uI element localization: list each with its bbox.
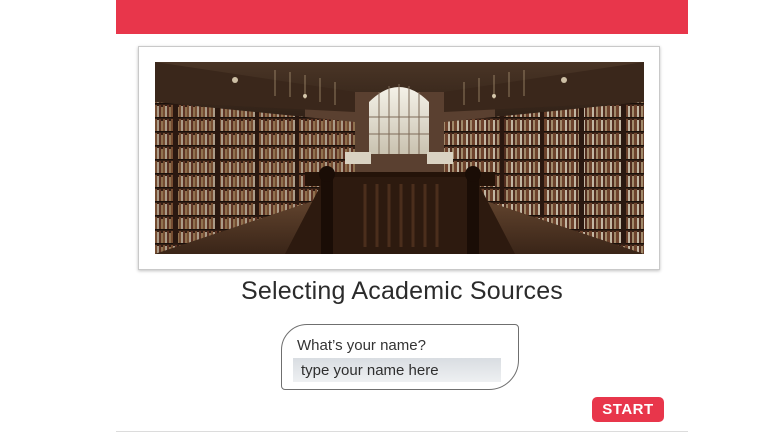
name-prompt-label: What’s your name? — [297, 337, 426, 354]
bottom-divider — [116, 431, 688, 432]
name-entry-card: What’s your name? — [281, 324, 519, 390]
library-photo — [155, 62, 644, 254]
hero-image-frame — [138, 46, 660, 270]
name-input[interactable] — [293, 358, 501, 382]
start-button[interactable]: START — [592, 397, 664, 422]
page-title: Selecting Academic Sources — [240, 277, 564, 305]
header-bar — [116, 0, 688, 34]
course-slide: Selecting Academic Sources What’s your n… — [0, 0, 768, 433]
